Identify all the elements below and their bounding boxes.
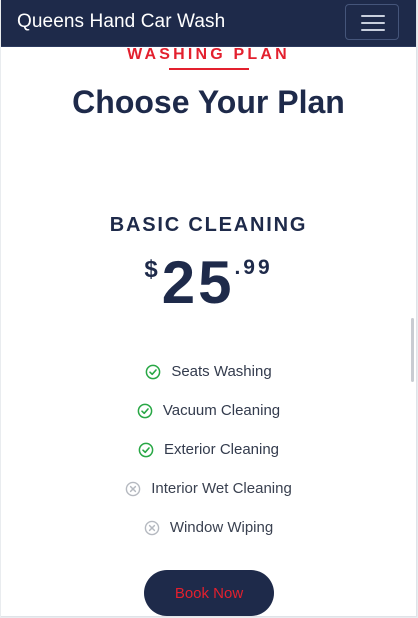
hamburger-icon [361,14,385,32]
scrollbar-thumb[interactable] [411,318,414,382]
page-viewport: WASHING PLAN Choose Your Plan BASIC CLEA… [1,0,417,617]
feature-label: Exterior Cleaning [163,441,280,458]
check-circle-icon [138,442,154,457]
feature-item: Exterior Cleaning [1,430,416,469]
feature-item: Vacuum Cleaning [1,391,416,430]
section-eyebrow: WASHING PLAN [127,46,290,63]
plan-price: $25.99 [1,248,416,318]
book-now-button[interactable]: Book Now [144,570,274,616]
check-circle-icon [137,403,153,418]
feature-label: Window Wiping [169,519,274,536]
section-title: Choose Your Plan [72,84,345,120]
check-circle-icon [145,364,161,379]
feature-item: Window Wiping [1,508,416,547]
plan-name: BASIC CLEANING [109,214,308,236]
brand-link[interactable]: Queens Hand Car Wash [17,11,225,33]
feature-label: Seats Washing [171,363,272,380]
feature-item: Seats Washing [1,352,416,391]
feature-item: Interior Wet Cleaning [1,469,416,508]
x-circle-icon [125,481,141,496]
price-integer: 25 [161,249,235,316]
feature-label: Vacuum Cleaning [162,402,281,419]
x-circle-icon [144,520,160,535]
price-decimal: .99 [234,256,273,279]
feature-list: Seats Washing Vacuum Cleaning Exterior C… [1,352,416,547]
feature-label: Interior Wet Cleaning [151,480,292,497]
top-navbar: Queens Hand Car Wash [1,0,416,47]
price-currency: $ [144,256,158,283]
menu-toggle-button[interactable] [345,4,399,40]
eyebrow-underline [169,68,249,70]
